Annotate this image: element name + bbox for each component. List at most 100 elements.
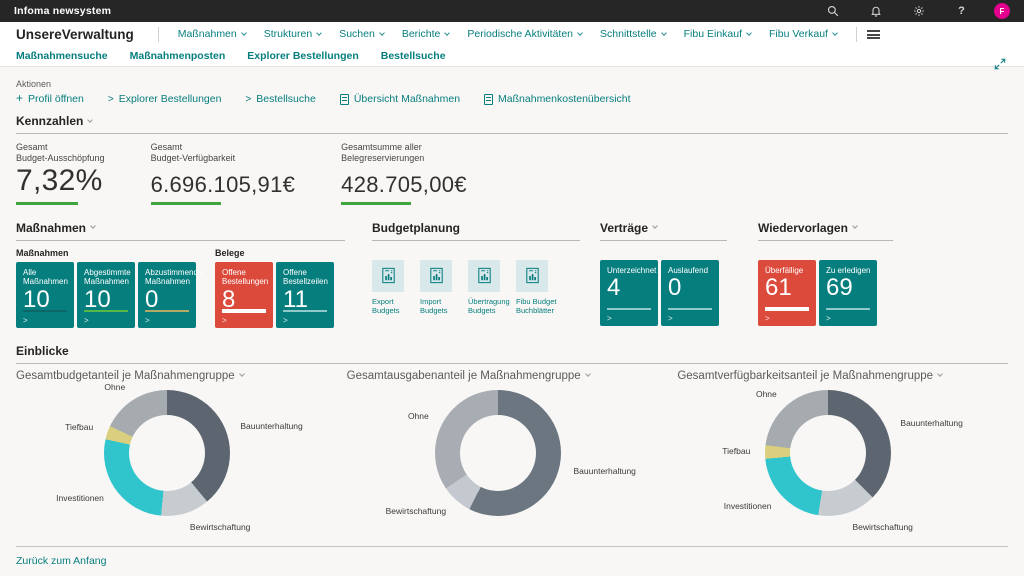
- vertraege-header[interactable]: Verträge: [600, 221, 727, 235]
- sublink-bestellsuche[interactable]: Bestellsuche: [381, 50, 446, 62]
- budgetplanung-header: Budgetplanung: [372, 221, 580, 235]
- chevron-down-icon: [88, 117, 94, 123]
- section-divider: [16, 240, 345, 241]
- menu-periodische-aktivitaeten[interactable]: Periodische Aktivitäten: [467, 28, 582, 40]
- section-budgetplanung: Budgetplanung Export Budgets Import Budg…: [372, 221, 580, 328]
- donut-ring[interactable]: [435, 390, 561, 516]
- action-bestellsuche[interactable]: Bestellsuche: [245, 93, 315, 105]
- action-export-budgets[interactable]: Export Budgets: [372, 260, 418, 317]
- sublink-massnahmensuche[interactable]: Maßnahmensuche: [16, 50, 108, 62]
- tile-offene-bestellungen[interactable]: Offene Bestellungen 8: [215, 262, 273, 328]
- slice-label: Ohne: [408, 411, 429, 421]
- menu-suchen[interactable]: Suchen: [339, 28, 384, 40]
- chevron-down-icon: [379, 30, 385, 36]
- drilldown-chevron-icon: [222, 316, 227, 325]
- back-to-top-link[interactable]: Zurück zum Anfang: [16, 547, 106, 575]
- charts-row: Gesamtbudgetanteil je Maßnahmengruppe Ba…: [16, 366, 1008, 532]
- search-icon[interactable]: [826, 5, 839, 18]
- kpi-value: 7,32%: [16, 165, 105, 198]
- action-uebersicht-massnahmen[interactable]: Übersicht Maßnahmen: [340, 93, 460, 105]
- action-uebertragung-budgets[interactable]: Übertragung Budgets: [468, 260, 514, 317]
- wiedervorlagen-header[interactable]: Wiedervorlagen: [758, 221, 893, 235]
- help-icon[interactable]: ?: [955, 5, 968, 18]
- settings-icon[interactable]: [912, 5, 925, 18]
- tile-status-bar: [84, 310, 128, 312]
- main-menu-row: UnsereVerwaltung Maßnahmen Strukturen Su…: [16, 22, 1008, 46]
- chevron-down-icon: [852, 223, 858, 229]
- slice-label: Ohne: [104, 382, 125, 392]
- budget-document-icon: [468, 260, 500, 292]
- report-icon: [340, 94, 349, 105]
- actions-row: Profil öffnen Explorer Bestellungen Best…: [16, 93, 1008, 105]
- tile-offene-bestellzeilen[interactable]: Offene Bestellzeilen 11: [276, 262, 334, 328]
- budget-document-icon: [372, 260, 404, 292]
- tile-abzustimmende-massnahmen[interactable]: Abzustimmende Maßnahmen 0: [138, 262, 196, 328]
- chart-gesamtausgabenanteil: Gesamtausgabenanteil je Maßnahmengruppe …: [347, 366, 675, 532]
- kpi-accent-bar: [341, 202, 411, 205]
- kpi-value: 6.696.105,91€: [151, 165, 296, 198]
- chevron-down-icon: [652, 223, 658, 229]
- tile-status-bar: [145, 310, 189, 312]
- menu-strukturen[interactable]: Strukturen: [264, 28, 321, 40]
- tile-auslaufend[interactable]: Auslaufend 0: [661, 260, 719, 326]
- sublink-massnahmenposten[interactable]: Maßnahmenposten: [130, 50, 226, 62]
- hamburger-icon[interactable]: [867, 30, 880, 39]
- chevron-down-icon: [239, 371, 245, 377]
- chart-title[interactable]: Gesamtverfügbarkeitsanteil je Maßnahmeng…: [677, 370, 1005, 382]
- action-import-budgets[interactable]: Import Budgets: [420, 260, 466, 317]
- top-app-bar: Infoma newsystem ? F: [0, 0, 1024, 22]
- budget-document-icon: [420, 260, 452, 292]
- section-divider: [600, 240, 727, 241]
- plus-icon: [16, 93, 23, 105]
- menu-schnittstelle[interactable]: Schnittstelle: [600, 28, 666, 40]
- chart-title[interactable]: Gesamtbudgetanteil je Maßnahmengruppe: [16, 370, 344, 382]
- action-massnahmenkostenuebersicht[interactable]: Maßnahmenkostenübersicht: [484, 93, 631, 105]
- drilldown-chevron-icon: [765, 314, 770, 323]
- einblicke-header: Einblicke: [16, 344, 1008, 358]
- action-profil-oeffnen[interactable]: Profil öffnen: [16, 93, 84, 105]
- chart-gesamtbudgetanteil: Gesamtbudgetanteil je Maßnahmengruppe Ba…: [16, 366, 344, 532]
- tile-ueberfaellige[interactable]: Überfällige 61: [758, 260, 816, 326]
- massnahmen-header[interactable]: Maßnahmen: [16, 221, 345, 235]
- tile-status-bar: [23, 310, 67, 312]
- donut-ring[interactable]: [765, 390, 891, 516]
- nav-divider: [856, 27, 857, 42]
- app-name: Infoma newsystem: [14, 5, 111, 17]
- section-divider: [16, 363, 1008, 364]
- slice-label: Bewirtschaftung: [190, 522, 250, 532]
- slice-label: Bauunterhaltung: [574, 466, 636, 476]
- expand-icon[interactable]: [994, 57, 1006, 75]
- kpi-belegreservierungen[interactable]: Gesamtsumme allerBelegreservierungen 428…: [341, 142, 467, 205]
- tile-abgestimmte-massnahmen[interactable]: Abgestimmte Maßnahmen 10: [77, 262, 135, 328]
- kpi-value: 428.705,00€: [341, 165, 467, 198]
- action-fibu-budget-buchblaetter[interactable]: Fibu Budget Buchblätter: [516, 260, 562, 317]
- role-center-content: Aktionen Profil öffnen Explorer Bestellu…: [0, 67, 1024, 575]
- notifications-icon[interactable]: [869, 5, 882, 18]
- slice-label: Bauunterhaltung: [900, 418, 962, 428]
- chevron-down-icon: [316, 30, 322, 36]
- chevron-down-icon: [445, 30, 451, 36]
- tile-unterzeichnet[interactable]: Unterzeichnet 4: [600, 260, 658, 326]
- tile-zu-erledigen[interactable]: Zu erledigen 69: [819, 260, 877, 326]
- drilldown-chevron-icon: [607, 314, 612, 323]
- donut-ring[interactable]: [104, 390, 230, 516]
- menu-fibu-einkauf[interactable]: Fibu Einkauf: [684, 28, 751, 40]
- section-wiedervorlagen: Wiedervorlagen Überfällige 61 Zu erledig…: [758, 221, 893, 328]
- kpi-budget-ausschoepfung[interactable]: GesamtBudget-Ausschöpfung 7,32%: [16, 142, 105, 205]
- drilldown-chevron-icon: [283, 316, 288, 325]
- menu-berichte[interactable]: Berichte: [402, 28, 450, 40]
- menu-fibu-verkauf[interactable]: Fibu Verkauf: [769, 28, 837, 40]
- tile-alle-massnahmen[interactable]: Alle Maßnahmen 10: [16, 262, 74, 328]
- kennzahlen-header[interactable]: Kennzahlen: [16, 114, 1008, 128]
- chevron-down-icon: [585, 371, 591, 377]
- chart-title[interactable]: Gesamtausgabenanteil je Maßnahmengruppe: [347, 370, 675, 382]
- drilldown-chevron-icon: [23, 316, 28, 325]
- kpi-budget-verfuegbarkeit[interactable]: GesamtBudget-Verfügbarkeit 6.696.105,91€: [151, 142, 296, 205]
- action-explorer-bestellungen[interactable]: Explorer Bestellungen: [108, 93, 222, 105]
- sublink-explorer-bestellungen[interactable]: Explorer Bestellungen: [247, 50, 358, 62]
- menu-massnahmen[interactable]: Maßnahmen: [178, 28, 246, 40]
- avatar[interactable]: F: [994, 3, 1010, 19]
- slice-label: Bauunterhaltung: [240, 421, 302, 431]
- slice-label: Ohne: [756, 389, 777, 399]
- drilldown-chevron-icon: [84, 316, 89, 325]
